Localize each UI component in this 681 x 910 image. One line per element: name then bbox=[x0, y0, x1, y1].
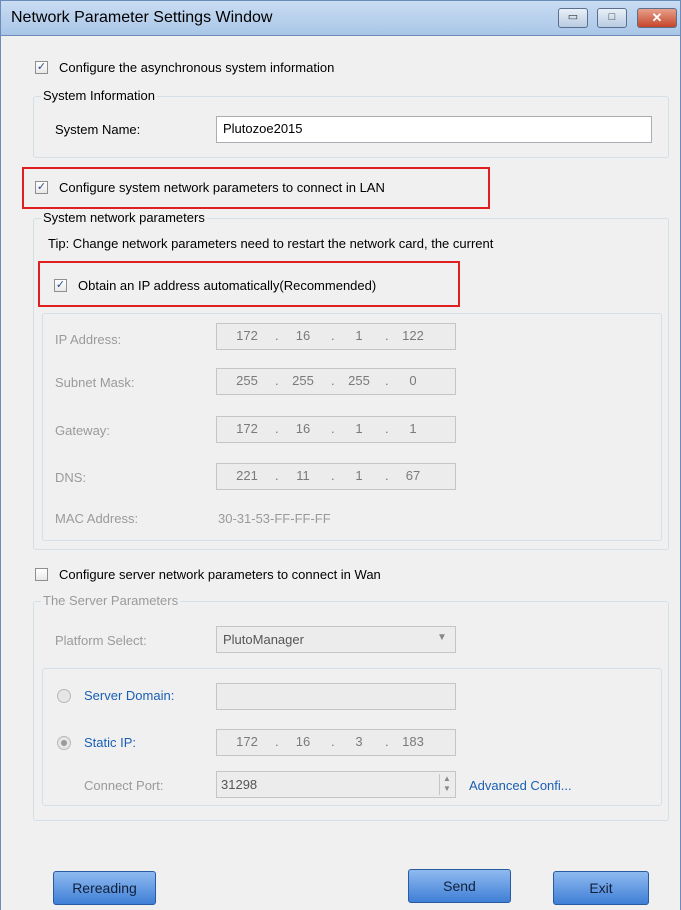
system-name-input[interactable]: Plutozoe2015 bbox=[216, 116, 652, 143]
platform-select[interactable]: PlutoManager ▼ bbox=[216, 626, 456, 653]
system-network-title: System network parameters bbox=[41, 210, 207, 225]
close-button[interactable]: ✕ bbox=[637, 8, 677, 28]
gateway-label: Gateway: bbox=[55, 423, 110, 438]
rereading-button[interactable]: Rereading bbox=[53, 871, 156, 905]
platform-select-label: Platform Select: bbox=[55, 633, 147, 648]
wan-config-label: Configure server network parameters to c… bbox=[59, 567, 381, 582]
minimize-icon: ▭ bbox=[567, 11, 579, 23]
system-information-title: System Information bbox=[41, 88, 157, 103]
connect-port-input[interactable]: 31298 ▲ ▼ bbox=[216, 771, 456, 798]
server-domain-label: Server Domain: bbox=[84, 688, 175, 703]
system-name-label: System Name: bbox=[55, 122, 141, 137]
lan-config-checkbox[interactable]: ✓ bbox=[35, 181, 48, 194]
title-bar[interactable]: Network Parameter Settings Window ▭ □ ✕ bbox=[0, 0, 681, 36]
static-ip-radio[interactable] bbox=[57, 736, 71, 750]
connect-port-label: Connect Port: bbox=[84, 778, 164, 793]
dns-input[interactable]: 221. 11. 1. 67 bbox=[216, 463, 456, 490]
connect-port-value: 31298 bbox=[221, 777, 258, 792]
static-ip-input[interactable]: 172. 16. 3. 183 bbox=[216, 729, 456, 756]
ip-address-input[interactable]: 172. 16. 1. 122 bbox=[216, 323, 456, 350]
send-button[interactable]: Send bbox=[408, 869, 511, 903]
auto-ip-checkbox[interactable]: ✓ bbox=[54, 279, 67, 292]
maximize-icon: □ bbox=[608, 11, 616, 23]
subnet-mask-label: Subnet Mask: bbox=[55, 375, 135, 390]
gateway-input[interactable]: 172. 16. 1. 1 bbox=[216, 416, 456, 443]
spin-arrows-icon[interactable]: ▲ ▼ bbox=[439, 774, 454, 795]
mac-address-label: MAC Address: bbox=[55, 511, 139, 526]
advanced-config-link[interactable]: Advanced Confi... bbox=[469, 778, 572, 793]
async-config-checkbox[interactable]: ✓ bbox=[35, 61, 48, 74]
check-icon: ✓ bbox=[55, 279, 66, 291]
maximize-button[interactable]: □ bbox=[597, 8, 627, 28]
minimize-button[interactable]: ▭ bbox=[558, 8, 588, 28]
restart-tip: Tip: Change network parameters need to r… bbox=[48, 236, 494, 251]
async-config-label: Configure the asynchronous system inform… bbox=[59, 60, 335, 75]
close-icon: ✕ bbox=[651, 10, 663, 25]
auto-ip-label: Obtain an IP address automatically(Recom… bbox=[78, 278, 377, 293]
wan-config-checkbox[interactable] bbox=[35, 568, 48, 581]
subnet-mask-input[interactable]: 255. 255. 255. 0 bbox=[216, 368, 456, 395]
platform-select-value: PlutoManager bbox=[223, 632, 304, 647]
lan-config-label: Configure system network parameters to c… bbox=[59, 180, 385, 195]
ip-address-label: IP Address: bbox=[55, 332, 122, 347]
server-domain-input[interactable] bbox=[216, 683, 456, 710]
server-parameters-title: The Server Parameters bbox=[41, 593, 181, 608]
check-icon: ✓ bbox=[36, 181, 47, 193]
exit-button[interactable]: Exit bbox=[553, 871, 649, 905]
chevron-down-icon: ▼ bbox=[437, 632, 447, 643]
server-domain-radio[interactable] bbox=[57, 689, 71, 703]
dns-label: DNS: bbox=[55, 470, 87, 485]
static-ip-label: Static IP: bbox=[84, 735, 137, 750]
check-icon: ✓ bbox=[36, 61, 47, 73]
mac-address-value: 30-31-53-FF-FF-FF bbox=[218, 511, 331, 526]
window-title: Network Parameter Settings Window bbox=[11, 9, 273, 26]
